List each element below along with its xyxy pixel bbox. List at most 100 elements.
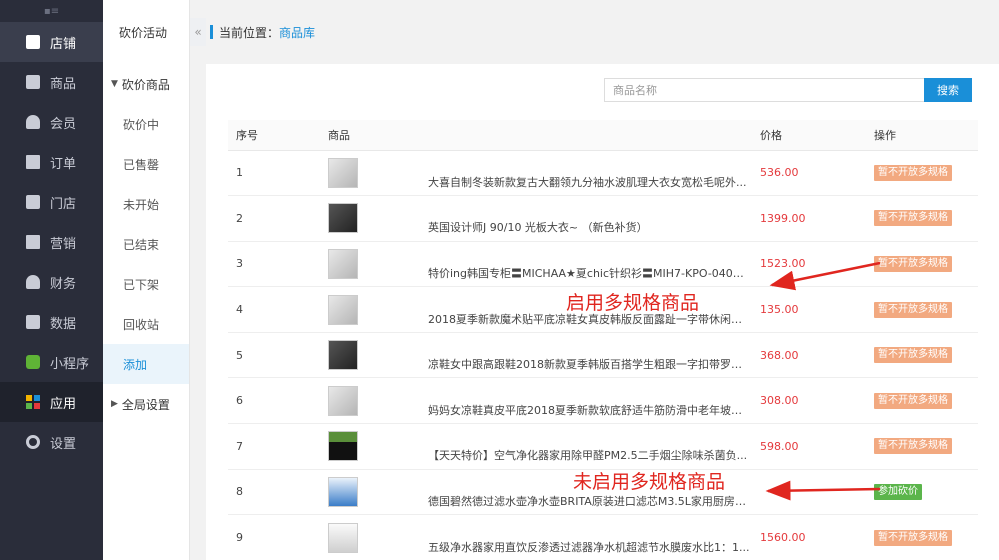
sub-item-off-shelf[interactable]: 已下架 [103, 264, 189, 304]
multi-spec-disabled-badge: 暂不开放多规格 [874, 529, 952, 546]
col-header-goods: 商品 [328, 120, 428, 151]
product-thumbnail[interactable] [328, 294, 358, 325]
sub-group-label: 砍价商品 [121, 77, 170, 92]
collapse-submenu-icon[interactable]: « [190, 18, 206, 46]
nav-item-store[interactable]: 店铺 [0, 22, 103, 62]
search-bar: 搜索 [604, 78, 972, 102]
nav-item-goods[interactable]: 商品 [0, 62, 103, 102]
product-thumbnail[interactable] [328, 385, 358, 416]
col-header-name [428, 120, 760, 151]
product-name: 妈妈女凉鞋真皮平底2018夏季新款软底舒适牛筋防滑中老年坡跟... [428, 403, 750, 417]
product-price: 368.00 [760, 332, 874, 379]
name-cell: 特价ing韩国专柜〓MICHAA★夏chic针织衫〓MIH7-KPO-040〓.… [428, 241, 760, 288]
name-cell: 大喜自制冬装新款复古大翻领九分袖水波肌理大衣女宽松毛呢外... [428, 150, 760, 197]
sub-item-not-started[interactable]: 未开始 [103, 184, 189, 224]
multi-spec-disabled-badge: 暂不开放多规格 [874, 438, 952, 455]
apps-icon [26, 395, 40, 409]
product-thumbnail[interactable] [328, 476, 358, 507]
sub-group-global-settings[interactable]: ▶ 全局设置 [103, 384, 189, 424]
sub-group-label: 全局设置 [121, 397, 170, 412]
menu-toggle-icon[interactable]: ▪≡ [0, 0, 103, 22]
thumb-cell [328, 469, 428, 516]
nav-label: 店铺 [50, 36, 77, 52]
nav-item-apps[interactable]: 应用 [0, 382, 103, 422]
table-row: 9 五级净水器家用直饮反渗透过滤器净水机超滤节水膜废水比1：1... 1560.00… [228, 514, 978, 560]
nav-label: 数据 [50, 316, 77, 332]
nav-item-member[interactable]: 会员 [0, 102, 103, 142]
product-name: 英国设计师J 90/10 光板大衣~ （新色补货） [428, 221, 648, 235]
join-bargain-button[interactable]: 参加砍价 [874, 483, 922, 500]
action-cell: 暂不开放多规格 [874, 241, 978, 288]
breadcrumb-label: 当前位置： [219, 25, 280, 40]
product-name: 五级净水器家用直饮反渗透过滤器净水机超滤节水膜废水比1：1... [428, 540, 750, 554]
search-input[interactable] [604, 78, 924, 102]
multi-spec-disabled-badge: 暂不开放多规格 [874, 301, 952, 318]
action-cell: 暂不开放多规格 [874, 286, 978, 333]
sub-item-recycle-bin[interactable]: 回收站 [103, 304, 189, 344]
multi-spec-disabled-badge: 暂不开放多规格 [874, 392, 952, 409]
table-row: 7 【天天特价】空气净化器家用除甲醛PM2.5二手烟尘除味杀菌负... 598.00… [228, 423, 978, 470]
product-price: 135.00 [760, 286, 874, 333]
annotation-no-multi-spec: 未启用多规格商品 [573, 471, 726, 493]
sub-group-bargain-goods[interactable]: ▼ 砍价商品 [103, 64, 189, 104]
product-name: 德国碧然德过滤水壶净水壶BRITA原装进口滤芯M3.5L家用厨房净... [428, 494, 750, 508]
multi-spec-disabled-badge: 暂不开放多规格 [874, 164, 952, 181]
thumb-cell [328, 150, 428, 197]
thumb-cell [328, 195, 428, 242]
search-button[interactable]: 搜索 [924, 78, 972, 102]
thumb-cell [328, 514, 428, 560]
sub-item-sold-out[interactable]: 已售罄 [103, 144, 189, 184]
table-row: 1 大喜自制冬装新款复古大翻领九分袖水波肌理大衣女宽松毛呢外... 536.00 暂不… [228, 150, 978, 197]
nav-label: 会员 [50, 116, 77, 132]
row-number: 2 [228, 195, 328, 242]
name-cell: 凉鞋女中跟高跟鞋2018新款夏季韩版百搭学生粗跟一字扣带罗马... [428, 332, 760, 379]
sub-item-ended[interactable]: 已结束 [103, 224, 189, 264]
action-cell: 参加砍价 [874, 469, 978, 516]
action-cell: 暂不开放多规格 [874, 150, 978, 197]
row-number: 4 [228, 286, 328, 333]
table-row: 2 英国设计师J 90/10 光板大衣~ （新色补货） 1399.00 暂不开放多规格 [228, 195, 978, 242]
annotation-multi-spec: 启用多规格商品 [566, 292, 700, 314]
product-price: 308.00 [760, 377, 874, 425]
name-cell: 【天天特价】空气净化器家用除甲醛PM2.5二手烟尘除味杀菌负... [428, 423, 760, 470]
col-header-price: 价格 [760, 120, 874, 151]
row-number: 1 [228, 150, 328, 197]
row-number: 5 [228, 332, 328, 379]
nav-item-shop[interactable]: 门店 [0, 182, 103, 222]
nav-label: 设置 [50, 436, 77, 452]
name-cell: 英国设计师J 90/10 光板大衣~ （新色补货） [428, 195, 760, 242]
row-number: 8 [228, 469, 328, 516]
nav-label: 门店 [50, 196, 77, 212]
thumb-cell [328, 377, 428, 425]
nav-item-settings[interactable]: 设置 [0, 422, 103, 462]
row-number: 9 [228, 514, 328, 560]
sub-item-add[interactable]: 添加 [103, 344, 189, 384]
product-thumbnail[interactable] [328, 203, 358, 234]
nav-item-order[interactable]: 订单 [0, 142, 103, 182]
nav-item-marketing[interactable]: 营销 [0, 222, 103, 262]
gear-icon [26, 435, 40, 449]
marketing-icon [26, 235, 40, 249]
product-thumbnail[interactable] [328, 431, 358, 462]
sub-item-in-progress[interactable]: 砍价中 [103, 104, 189, 144]
breadcrumb: 当前位置： 商品库 [206, 0, 999, 64]
nav-label: 订单 [50, 156, 77, 172]
shop-icon [26, 195, 40, 209]
table-row: 6 妈妈女凉鞋真皮平底2018夏季新款软底舒适牛筋防滑中老年坡跟... 308.00… [228, 377, 978, 425]
product-thumbnail[interactable] [328, 340, 358, 371]
col-header-action: 操作 [874, 120, 978, 151]
breadcrumb-link[interactable]: 商品库 [279, 24, 315, 41]
nav-item-data[interactable]: 数据 [0, 302, 103, 342]
product-name: 凉鞋女中跟高跟鞋2018新款夏季韩版百搭学生粗跟一字扣带罗马... [428, 358, 750, 372]
sub-menu-title: 砍价活动 [119, 25, 168, 40]
table-header: 序号 商品 价格 操作 [228, 120, 978, 151]
product-thumbnail[interactable] [328, 522, 358, 553]
main-sidebar: ▪≡ 店铺 商品 会员 订单 门店 营销 财务 数据 小程序 应用 设置 [0, 0, 103, 560]
nav-item-miniprogram[interactable]: 小程序 [0, 342, 103, 382]
product-thumbnail[interactable] [328, 157, 358, 188]
store-icon [26, 35, 40, 49]
nav-item-finance[interactable]: 财务 [0, 262, 103, 302]
caret-down-icon: ▼ [111, 79, 118, 89]
goods-table: 序号 商品 价格 操作 1 大喜自制冬装新款复古大翻领九分袖水波肌理大衣女宽松毛呢… [228, 120, 978, 560]
product-thumbnail[interactable] [328, 248, 358, 279]
